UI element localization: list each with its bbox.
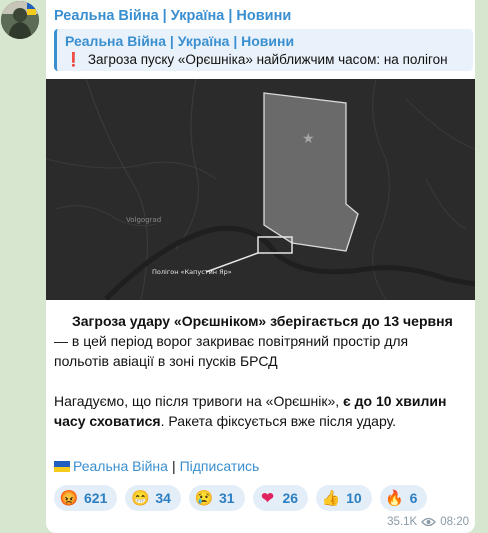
reaction-count: 10	[346, 490, 362, 506]
channel-avatar[interactable]	[1, 1, 39, 39]
map-polygon-label: Полігон «Капустин Яр»	[152, 268, 232, 276]
exclamation-icon: ❗	[65, 52, 82, 67]
channel-link[interactable]: Реальна Війна	[73, 458, 168, 474]
message-paragraph-1: Загроза удару «Орєшніком» зберігається д…	[54, 311, 464, 371]
message-p2-end: . Ракета фіксується вже після удару.	[160, 413, 397, 429]
message-meta: 35.1K 08:20	[387, 516, 469, 528]
eye-icon	[421, 517, 437, 527]
reply-text: ❗ Загроза пуску «Орєшніка» найближчим час…	[65, 52, 473, 68]
grinning-face-icon: 😁	[131, 489, 150, 507]
reaction-count: 31	[218, 490, 235, 506]
reaction-cry[interactable]: 😢 31	[188, 485, 245, 511]
subscribe-link[interactable]: Підписатись	[180, 458, 260, 474]
channel-name[interactable]: Реальна Війна | Україна | Новини	[54, 8, 291, 24]
thumbs-up-icon: 👍	[321, 489, 341, 507]
reaction-angry[interactable]: 😡 621	[54, 485, 118, 511]
message-text: Загроза удару «Орєшніком» зберігається д…	[54, 311, 464, 451]
reply-text-content: Загроза пуску «Орєшніка» найближчим часо…	[87, 52, 448, 67]
message-paragraph-2: Нагадуємо, що після тривоги на «Орєшнік»…	[54, 391, 464, 431]
svg-text:★: ★	[302, 131, 315, 147]
reaction-count: 34	[155, 490, 171, 506]
reaction-fire[interactable]: 🔥 6	[379, 485, 428, 511]
message-p2-start: Нагадуємо, що після тривоги на «Орєшнік»	[54, 393, 336, 409]
heart-icon: ❤	[261, 489, 274, 507]
reaction-count: 621	[84, 490, 108, 506]
reaction-thumbs-up[interactable]: 👍 10	[316, 485, 372, 511]
reaction-heart[interactable]: ❤ 26	[252, 485, 309, 511]
fire-icon: 🔥	[385, 489, 405, 507]
crying-face-icon: 😢	[194, 489, 214, 507]
link-separator: |	[171, 458, 176, 474]
message-p1-rest: — в цей період ворог закриває повітряний…	[54, 333, 409, 369]
footer-links: Реальна Війна | Підписатись	[54, 458, 259, 474]
map-graphic: ★ Volgograd Полігон «Капустин Яр»	[46, 79, 475, 300]
reaction-count: 6	[409, 490, 418, 506]
reply-title: Реальна Війна | Україна | Новини	[65, 33, 295, 49]
angry-face-icon: 😡	[59, 489, 79, 507]
message-bubble: Реальна Війна | Україна | Новини Реальна…	[46, 0, 475, 533]
message-p1-bold: Загроза удару «Орєшніком» зберігається д…	[72, 313, 453, 329]
ukraine-flag-icon	[54, 461, 70, 472]
map-image[interactable]: ★ Volgograd Полігон «Капустин Яр»	[46, 79, 475, 300]
soldier-avatar-icon	[1, 1, 39, 39]
reactions-bar: 😡 621 😁 34 😢 31 ❤ 26 👍 10 🔥 6	[54, 485, 428, 511]
map-city-label: Volgograd	[126, 216, 161, 224]
message-time: 08:20	[440, 516, 469, 528]
message-p2-comma: ,	[335, 393, 344, 409]
reaction-grin[interactable]: 😁 34	[125, 485, 181, 511]
view-count: 35.1K	[387, 516, 418, 528]
reaction-count: 26	[282, 490, 299, 506]
reply-preview[interactable]: Реальна Війна | Україна | Новини ❗ Загроз…	[54, 29, 473, 71]
